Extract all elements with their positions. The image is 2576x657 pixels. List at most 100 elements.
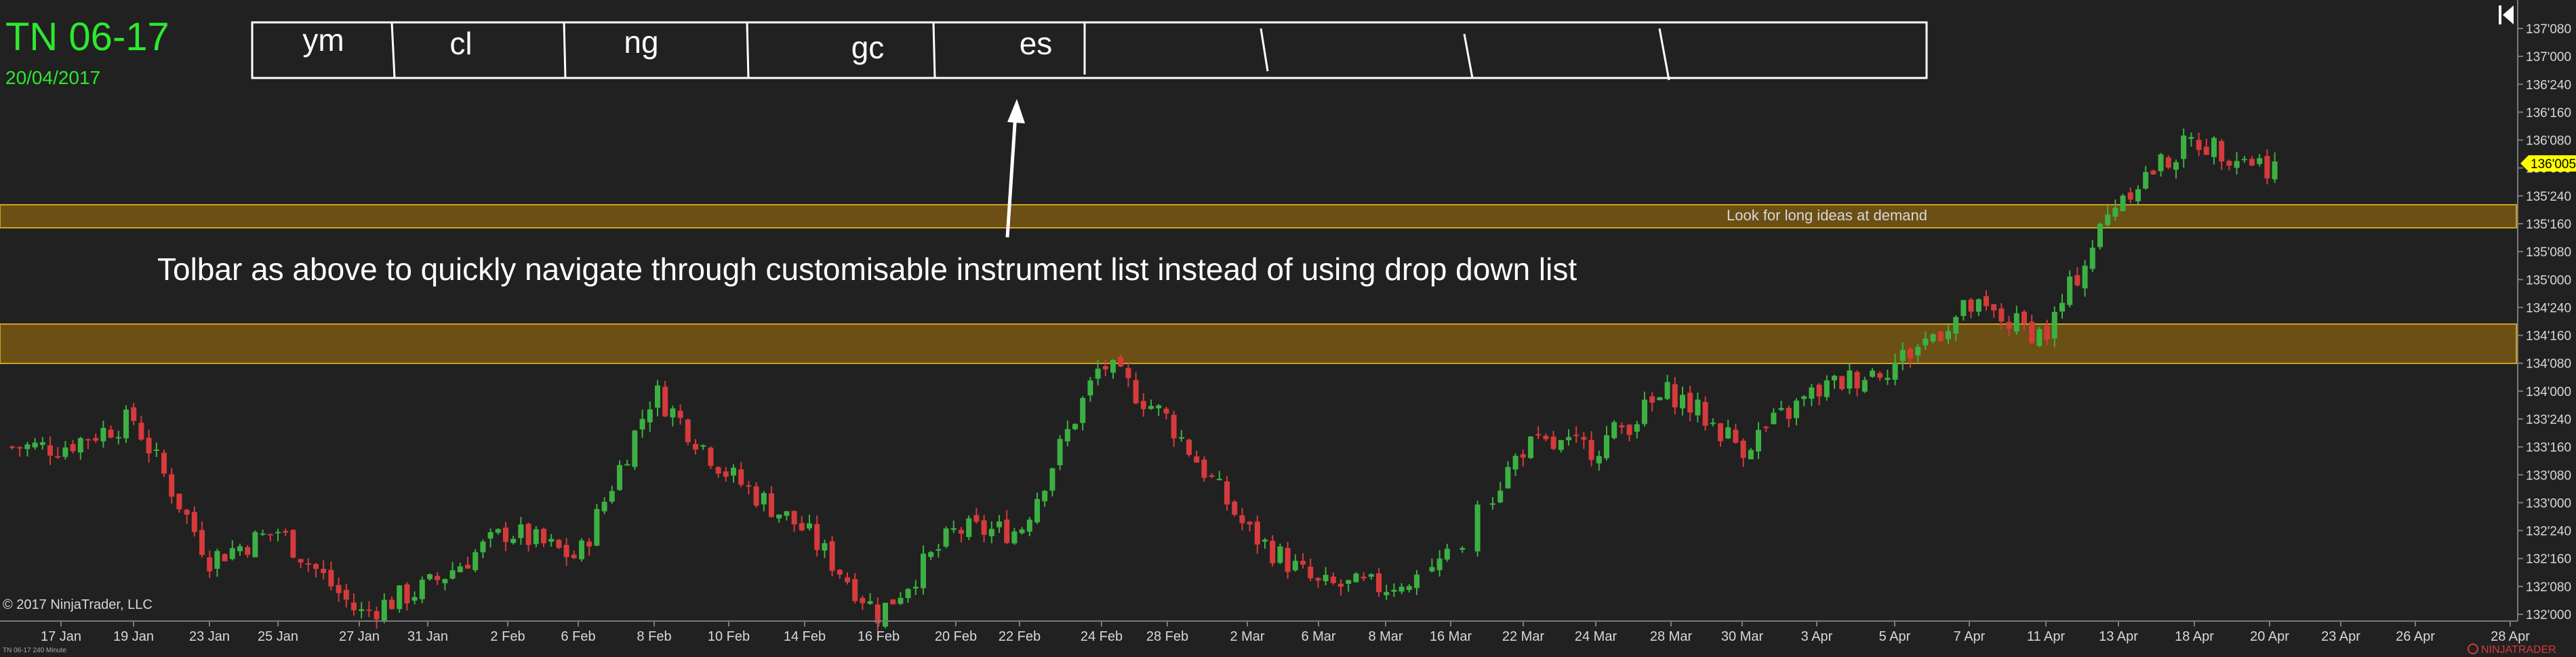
candle-down [1224,481,1230,504]
toolbar-label: es [1020,26,1053,61]
candle-up [1095,368,1101,379]
candle-up [1353,573,1359,582]
candle-up [1156,405,1162,409]
time-tick-label: 23 Apr [2321,629,2360,644]
price-tick-label: 132'000 [2526,608,2571,622]
candle-up [1034,498,1040,523]
candle-up [100,428,106,441]
candle-up [670,408,676,418]
candle-down [1201,459,1207,478]
candle-down [85,439,91,441]
candle-down [1908,349,1913,359]
candle-up [1596,456,1602,464]
candle-down [305,563,311,565]
candle-up [1148,405,1154,410]
time-tick-label: 3 Apr [1801,629,1833,644]
demand-zone-lower [0,323,2517,364]
candle-down [556,540,562,548]
candle-down [715,466,721,474]
candle-down [852,578,858,601]
candle-up [115,437,121,439]
price-tick-label: 134'240 [2526,301,2571,315]
candle-down [1102,365,1108,370]
candle-down [1877,373,1883,378]
toolbar-button-es[interactable]: es [1020,26,1053,61]
time-tick-label: 20 Apr [2250,629,2289,644]
candle-down [191,512,197,532]
candle-up [1512,456,1518,470]
candle-up [2112,207,2118,217]
time-tick-label: 13 Apr [2099,629,2138,644]
candle-up [495,529,501,533]
candle-down [321,569,327,574]
candle-down [70,444,76,452]
candle-up [1778,407,1784,410]
candle-down [1330,576,1336,583]
candle-up [2143,172,2149,189]
toolbar-button-cl[interactable]: cl [449,26,472,61]
toolbar-empty-slot[interactable] [1474,24,1661,76]
candle-up [647,409,653,422]
candle-down [1239,515,1245,523]
candle-down [753,486,759,506]
time-tick-label: 28 Mar [1650,629,1693,644]
price-tick-label: 136'240 [2526,78,2571,92]
toolbar-button-ng[interactable]: ng [624,24,658,60]
candle-up [123,410,129,439]
candle-down [837,570,843,575]
candle-down [283,531,289,533]
toolbar-button-ym[interactable]: ym [302,22,344,58]
candle-down [829,541,835,571]
candle-down [693,443,698,450]
candle-up [1801,396,1807,399]
candle-down [47,445,53,456]
time-tick-label: 10 Feb [708,629,750,644]
candle-up [921,553,926,589]
candle-down [586,541,592,546]
candle-down [313,563,319,570]
candle-down [1733,429,1739,443]
candle-up [1809,387,1815,399]
candle-up [966,518,972,538]
last-price-label: 136'005 [2531,157,2576,172]
candle-up [510,538,517,543]
candle-down [1125,367,1131,378]
candle-up [1824,380,1830,397]
candle-up [617,464,622,490]
candle-up [518,524,524,538]
toolbar-empty-slot[interactable] [1086,24,1261,76]
candle-up [1604,435,1609,458]
candle-down [685,419,691,443]
candle-down [1763,426,1769,429]
candle-up [2173,162,2179,170]
toolbar-button-gc[interactable]: gc [851,30,885,65]
candle-down [1687,393,1693,413]
time-tick-label: 11 Apr [2027,629,2066,644]
time-tick-label: 2 Mar [1230,629,1264,644]
candle-up [1566,437,1571,441]
candle-down [176,494,182,510]
toolbar-label: ym [302,22,344,58]
price-tick-label: 133'160 [2526,441,2571,455]
candle-up [2067,276,2073,305]
candle-up [1262,539,1268,542]
copyright-text: © 2017 NinjaTrader, LLC [3,597,153,612]
candle-up [579,540,584,559]
candle-up [639,418,645,430]
candle-up [1490,503,1495,505]
price-tick-label: 135'160 [2526,218,2571,232]
instrument-title: TN 06-17 [5,15,169,59]
time-tick-label: 27 Jan [339,629,380,644]
candle-down [1573,435,1579,437]
candle-up [1011,531,1018,544]
candle-down [2264,155,2270,179]
candle-up [700,445,706,447]
candle-down [267,534,273,536]
toolbar-empty-slot[interactable] [1269,24,1466,76]
candle-down [1816,384,1822,397]
time-tick-label: 17 Jan [41,629,81,644]
toolbar-empty-slot[interactable] [1670,24,1925,76]
candle-up [229,548,235,559]
candle-down [1619,425,1625,428]
candle-up [480,541,486,553]
